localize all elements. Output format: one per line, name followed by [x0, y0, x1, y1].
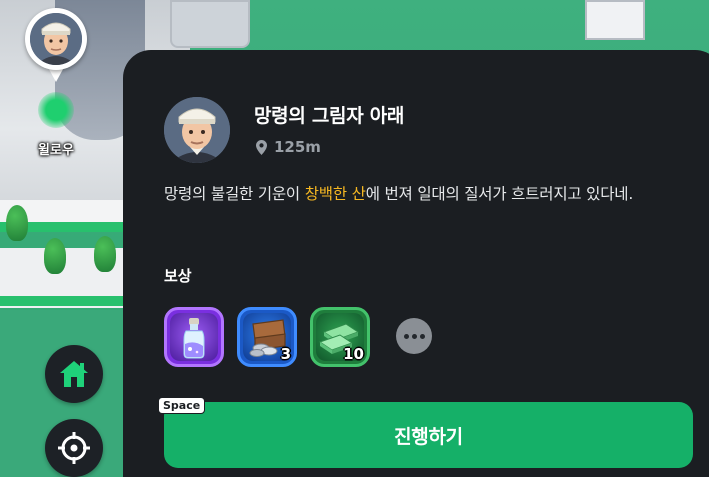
- tower-roof: [170, 0, 250, 48]
- home-button[interactable]: [45, 345, 103, 403]
- quest-title: 망령의 그림자 아래: [254, 105, 405, 127]
- tree: [94, 236, 116, 272]
- tree: [44, 238, 66, 274]
- more-dots-icon: [411, 333, 417, 339]
- player-name-label: 윌로우: [38, 143, 74, 158]
- chef-portrait-icon: [30, 13, 82, 65]
- reward-item-chest[interactable]: 3: [237, 307, 297, 367]
- quest-description: 망령의 불길한 기운이 창백한 산에 번져 일대의 질서가 흐트러지고 있다네.: [164, 182, 664, 206]
- home-icon: [60, 361, 88, 387]
- hedge: [0, 296, 125, 306]
- more-dots-icon: [403, 333, 409, 339]
- quest-distance: 125m: [256, 138, 321, 156]
- description-highlight: 창백한 산: [304, 185, 366, 203]
- recenter-button[interactable]: [45, 419, 103, 477]
- space-key-hint: Space: [158, 397, 206, 414]
- rewards-heading: 보상: [164, 267, 192, 285]
- location-pin-icon: [256, 139, 267, 155]
- quest-giver-avatar: [164, 97, 230, 163]
- chef-portrait-icon: [164, 97, 230, 163]
- description-text: 망령의 불길한 기운이: [164, 185, 305, 203]
- more-dots-icon: [419, 333, 425, 339]
- tower-roof: [585, 0, 645, 40]
- tree: [6, 205, 28, 241]
- reward-item-potion[interactable]: [164, 307, 224, 367]
- potion-bottle-icon: [183, 318, 205, 359]
- reward-count: 3: [280, 345, 291, 363]
- distance-value: 125m: [274, 138, 321, 156]
- player-map-pin[interactable]: [25, 8, 87, 128]
- player-avatar: [30, 13, 82, 65]
- crosshair-icon: [58, 432, 90, 464]
- more-rewards-button[interactable]: [396, 318, 432, 354]
- proceed-button[interactable]: 진행하기: [164, 402, 693, 468]
- description-text: 에 번져 일대의 질서가 흐트러지고 있다네.: [365, 185, 634, 203]
- location-ring: [38, 92, 74, 128]
- reward-count: 10: [343, 345, 364, 363]
- reward-item-cash[interactable]: 10: [310, 307, 370, 367]
